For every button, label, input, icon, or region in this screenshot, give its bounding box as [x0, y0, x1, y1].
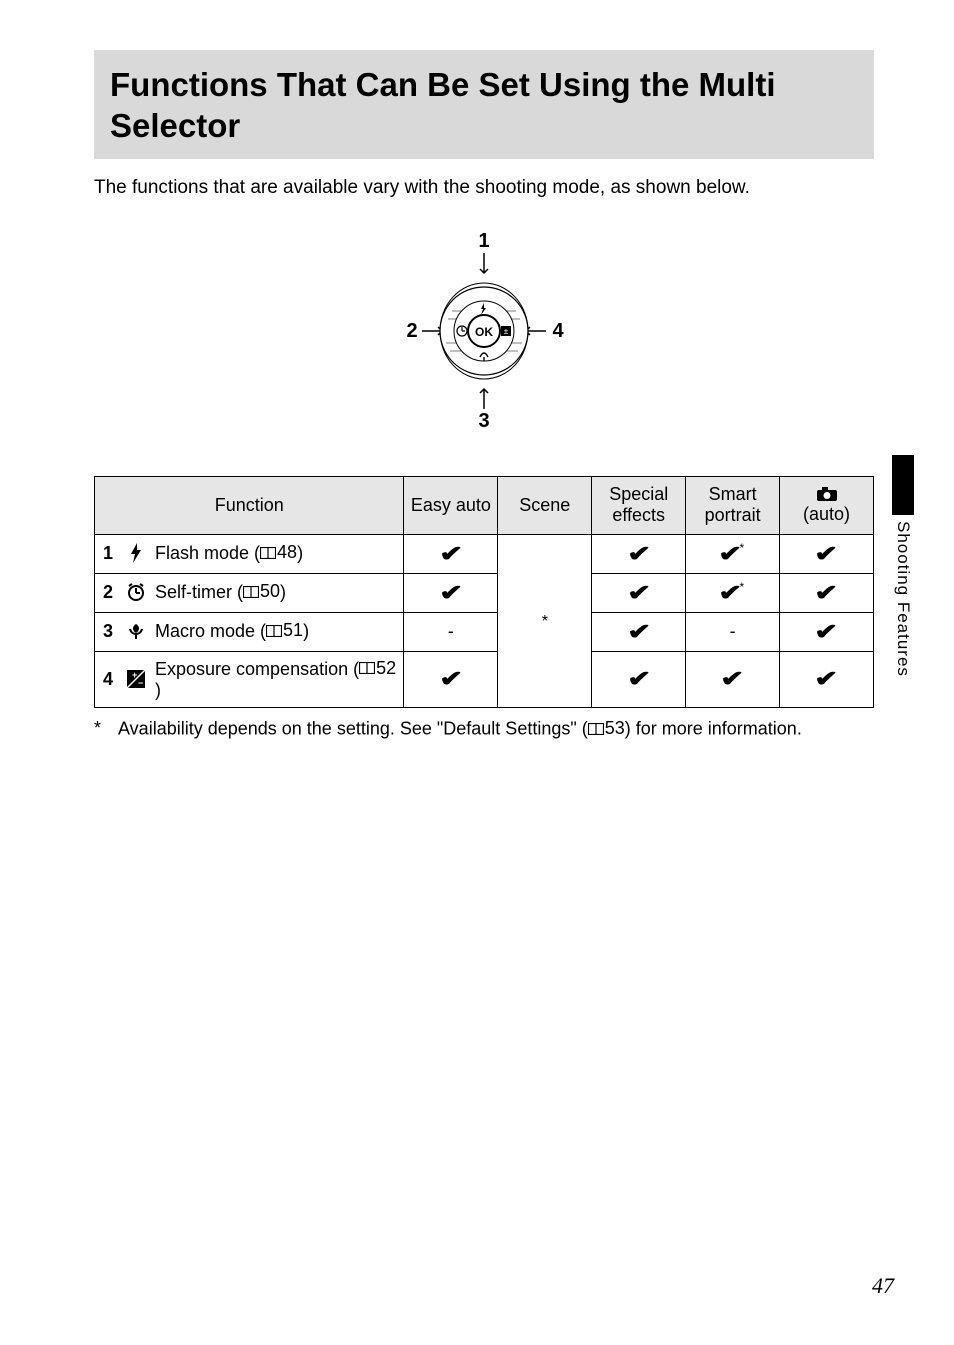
header-function: Function [95, 476, 404, 534]
cell-smart: ✔* [686, 534, 780, 573]
row-number: 3 [103, 621, 117, 642]
cell-auto: ✔ [780, 651, 874, 708]
cell-auto: ✔ [780, 573, 874, 612]
page-number: 47 [872, 1273, 894, 1299]
table-row: 4+−Exposure compensation (52)✔✔✔✔ [95, 651, 874, 708]
cell-easy-auto: - [404, 612, 498, 651]
cell-easy-auto: ✔ [404, 534, 498, 573]
function-cell: 1 Flash mode (48) [95, 534, 404, 573]
svg-text:±: ± [504, 327, 509, 336]
row-number: 2 [103, 582, 117, 603]
table-header-row: Function Easy auto Scene Special effects… [95, 476, 874, 534]
row-number: 1 [103, 543, 117, 564]
header-smart: Smart portrait [686, 476, 780, 534]
diagram-label-4: 4 [552, 320, 564, 342]
diagram-label-1: 1 [478, 231, 489, 252]
function-label: Exposure compensation (52) [155, 658, 399, 702]
page-title-bar: Functions That Can Be Set Using the Mult… [94, 50, 874, 159]
multi-selector-diagram: 1 2 4 3 [94, 231, 874, 436]
function-table: Function Easy auto Scene Special effects… [94, 476, 874, 709]
page-title: Functions That Can Be Set Using the Mult… [110, 64, 858, 147]
diagram-label-3: 3 [478, 410, 489, 431]
footnote-marker: * [94, 718, 108, 740]
row-number: 4 [103, 669, 117, 690]
header-easy-auto: Easy auto [404, 476, 498, 534]
footnote: * Availability depends on the setting. S… [94, 718, 874, 740]
cell-auto: ✔ [780, 612, 874, 651]
table-row: 2Self-timer (50)✔✔✔*✔ [95, 573, 874, 612]
header-auto-label: (auto) [803, 504, 850, 525]
header-auto: (auto) [780, 476, 874, 534]
header-special: Special effects [592, 476, 686, 534]
exposure-icon: +− [125, 669, 147, 689]
page-ref-icon [588, 723, 604, 735]
function-label: Macro mode (51) [155, 620, 399, 642]
cell-special: ✔ [592, 651, 686, 708]
cell-easy-auto: ✔ [404, 651, 498, 708]
side-tab: Shooting Features [892, 455, 914, 677]
cell-special: ✔ [592, 612, 686, 651]
intro-text: The functions that are available vary wi… [94, 177, 874, 199]
camera-icon [816, 486, 838, 502]
diagram-ok-label: OK [475, 325, 493, 339]
function-cell: 4 +− Exposure compensation (52) [95, 651, 404, 708]
function-cell: 2 Self-timer (50) [95, 573, 404, 612]
function-cell: 3 Macro mode (51) [95, 612, 404, 651]
footnote-text: Availability depends on the setting. See… [118, 718, 802, 740]
exposure-icon: ± [501, 326, 511, 336]
cell-scene: * [498, 534, 592, 708]
cell-smart: ✔ [686, 651, 780, 708]
section-marker [892, 455, 914, 515]
cell-smart: - [686, 612, 780, 651]
timer-icon [125, 582, 147, 602]
function-label: Flash mode (48) [155, 542, 399, 564]
cell-special: ✔ [592, 534, 686, 573]
macro-icon [125, 621, 147, 641]
cell-special: ✔ [592, 573, 686, 612]
function-label: Self-timer (50) [155, 581, 399, 603]
diagram-label-2: 2 [406, 320, 417, 342]
svg-text:+: + [132, 670, 137, 680]
header-scene: Scene [498, 476, 592, 534]
cell-auto: ✔ [780, 534, 874, 573]
cell-smart: ✔* [686, 573, 780, 612]
flash-icon [125, 543, 147, 563]
table-row: 1Flash mode (48)✔*✔✔*✔ [95, 534, 874, 573]
table-row: 3Macro mode (51)-✔-✔ [95, 612, 874, 651]
svg-text:−: − [138, 678, 143, 688]
section-label: Shooting Features [893, 521, 913, 677]
cell-easy-auto: ✔ [404, 573, 498, 612]
